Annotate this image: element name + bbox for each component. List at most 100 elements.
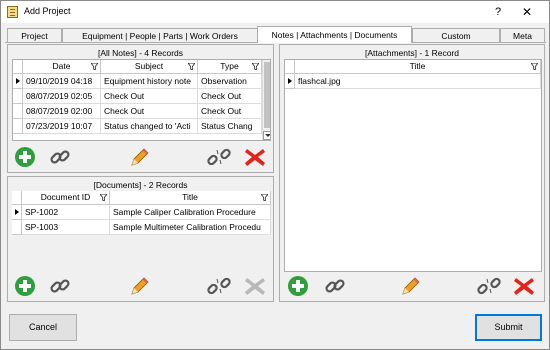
- link-icon: [325, 279, 345, 293]
- scroll-down-icon[interactable]: [263, 131, 270, 140]
- tab-project[interactable]: Project: [7, 28, 62, 42]
- notes-column-subject-label: Subject: [134, 61, 164, 71]
- table-row[interactable]: 07/23/2019 10:07 Status changed to 'Acti…: [13, 119, 270, 134]
- delete-x-icon: [514, 278, 534, 295]
- notes-column-type[interactable]: Type: [198, 60, 262, 74]
- note-subject: Status changed to 'Acti: [101, 119, 198, 134]
- notes-vertical-scrollbar[interactable]: [262, 60, 270, 140]
- row-selector[interactable]: [285, 74, 295, 89]
- documents-column-title[interactable]: Title: [110, 191, 271, 205]
- scrollbar-thumb[interactable]: [264, 62, 270, 128]
- current-row-arrow-icon: [16, 78, 20, 84]
- link-icon: [50, 279, 70, 293]
- table-row[interactable]: SP-1002 Sample Caliper Calibration Proce…: [12, 205, 271, 220]
- link-note-button[interactable]: [48, 146, 72, 168]
- table-row[interactable]: 09/10/2019 04:18 Equipment history note …: [13, 74, 270, 89]
- cancel-button[interactable]: Cancel: [9, 314, 77, 341]
- note-date: 08/07/2019 02:00: [23, 104, 101, 119]
- documents-grid[interactable]: Document ID Title SP-1002 Sample Caliper…: [12, 191, 271, 273]
- tab-custom[interactable]: Custom: [412, 28, 500, 42]
- documents-column-id[interactable]: Document ID: [22, 191, 110, 205]
- document-title: Sample Caliper Calibration Procedure: [110, 205, 271, 220]
- notes-column-subject[interactable]: Subject: [101, 60, 198, 74]
- link-document-button[interactable]: [48, 275, 72, 297]
- notes-panel-header: [All Notes] - 4 Records: [97, 48, 184, 58]
- attachments-panel-header: [Attachments] - 1 Record: [364, 48, 459, 58]
- add-icon: [15, 276, 35, 296]
- delete-x-icon: [245, 149, 265, 166]
- filter-icon[interactable]: [252, 63, 259, 70]
- table-row[interactable]: SP-1003 Sample Multimeter Calibration Pr…: [12, 220, 271, 235]
- notes-column-date[interactable]: Date: [23, 60, 101, 74]
- unlink-document-button[interactable]: [207, 275, 231, 297]
- note-type: Observation: [198, 74, 262, 89]
- edit-attachment-button[interactable]: [398, 275, 422, 297]
- filter-icon[interactable]: [188, 63, 195, 70]
- documents-grid-corner: [12, 191, 22, 205]
- attachments-column-title[interactable]: Title: [295, 60, 541, 74]
- note-subject: Equipment history note: [101, 74, 198, 89]
- unlink-note-button[interactable]: [207, 146, 231, 168]
- unlink-icon: [207, 277, 231, 295]
- note-date: 07/23/2019 10:07: [23, 119, 101, 134]
- add-document-button[interactable]: [13, 275, 37, 297]
- dialog-window: Add Project ? ✕ Project Equipment | Peop…: [0, 0, 550, 350]
- attachments-grid-corner: [285, 60, 295, 74]
- edit-document-button[interactable]: [127, 275, 151, 297]
- note-subject: Check Out: [101, 89, 198, 104]
- attachments-panel: [Attachments] - 1 Record Title flashcal.…: [279, 44, 545, 302]
- filter-icon[interactable]: [261, 194, 268, 201]
- add-icon: [288, 276, 308, 296]
- filter-icon[interactable]: [531, 63, 538, 70]
- add-note-button[interactable]: [13, 146, 37, 168]
- attachments-grid[interactable]: Title flashcal.jpg: [284, 59, 542, 272]
- current-row-arrow-icon: [288, 78, 292, 84]
- note-type: Check Out: [198, 89, 262, 104]
- document-title: Sample Multimeter Calibration Procedu: [110, 220, 271, 235]
- tab-equipment-people-parts-work-orders[interactable]: Equipment | People | Parts | Work Orders: [62, 28, 258, 42]
- unlink-attachment-button[interactable]: [477, 275, 501, 297]
- delete-note-button[interactable]: [243, 146, 267, 168]
- title-bar: Add Project ? ✕: [1, 1, 549, 23]
- note-subject: Check Out: [101, 104, 198, 119]
- table-row[interactable]: 08/07/2019 02:05 Check Out Check Out: [13, 89, 270, 104]
- close-button[interactable]: ✕: [515, 4, 539, 20]
- add-attachment-button[interactable]: [286, 275, 310, 297]
- notes-grid-corner: [13, 60, 23, 74]
- attachments-column-title-label: Title: [409, 61, 426, 71]
- unlink-icon: [207, 148, 231, 166]
- edit-pencil-icon: [131, 148, 149, 166]
- tab-notes-attachments-documents[interactable]: Notes | Attachments | Documents: [257, 26, 412, 43]
- unlink-icon: [477, 277, 501, 295]
- notes-panel: [All Notes] - 4 Records Date Subject Typ…: [7, 44, 274, 173]
- submit-button[interactable]: Submit: [475, 314, 542, 341]
- row-selector[interactable]: [13, 89, 23, 104]
- filter-icon[interactable]: [91, 63, 98, 70]
- documents-panel: [Documents] - 2 Records Document ID Titl…: [7, 176, 274, 302]
- edit-pencil-icon: [131, 277, 149, 295]
- delete-attachment-button[interactable]: [512, 275, 536, 297]
- notes-column-date-label: Date: [52, 61, 71, 71]
- tab-meta[interactable]: Meta: [500, 28, 545, 42]
- document-id: SP-1002: [22, 205, 110, 220]
- row-selector[interactable]: [13, 119, 23, 134]
- table-row[interactable]: flashcal.jpg: [285, 74, 541, 89]
- edit-note-button[interactable]: [127, 146, 151, 168]
- note-date: 08/07/2019 02:05: [23, 89, 101, 104]
- notes-column-type-label: Type: [220, 61, 239, 71]
- row-selector[interactable]: [12, 220, 22, 235]
- filter-icon[interactable]: [100, 194, 107, 201]
- link-attachment-button[interactable]: [323, 275, 347, 297]
- help-button[interactable]: ?: [488, 4, 508, 20]
- document-id: SP-1003: [22, 220, 110, 235]
- table-row[interactable]: 08/07/2019 02:00 Check Out Check Out: [13, 104, 270, 119]
- attachment-title: flashcal.jpg: [295, 74, 541, 89]
- note-date: 09/10/2019 04:18: [23, 74, 101, 89]
- notes-grid[interactable]: Date Subject Type 09/10/2019 04:18 Equip…: [12, 59, 271, 141]
- row-selector[interactable]: [12, 205, 22, 220]
- row-selector[interactable]: [13, 74, 23, 89]
- documents-panel-header: [Documents] - 2 Records: [93, 180, 188, 190]
- delete-document-button[interactable]: [243, 275, 267, 297]
- note-type: Check Out: [198, 104, 262, 119]
- row-selector[interactable]: [13, 104, 23, 119]
